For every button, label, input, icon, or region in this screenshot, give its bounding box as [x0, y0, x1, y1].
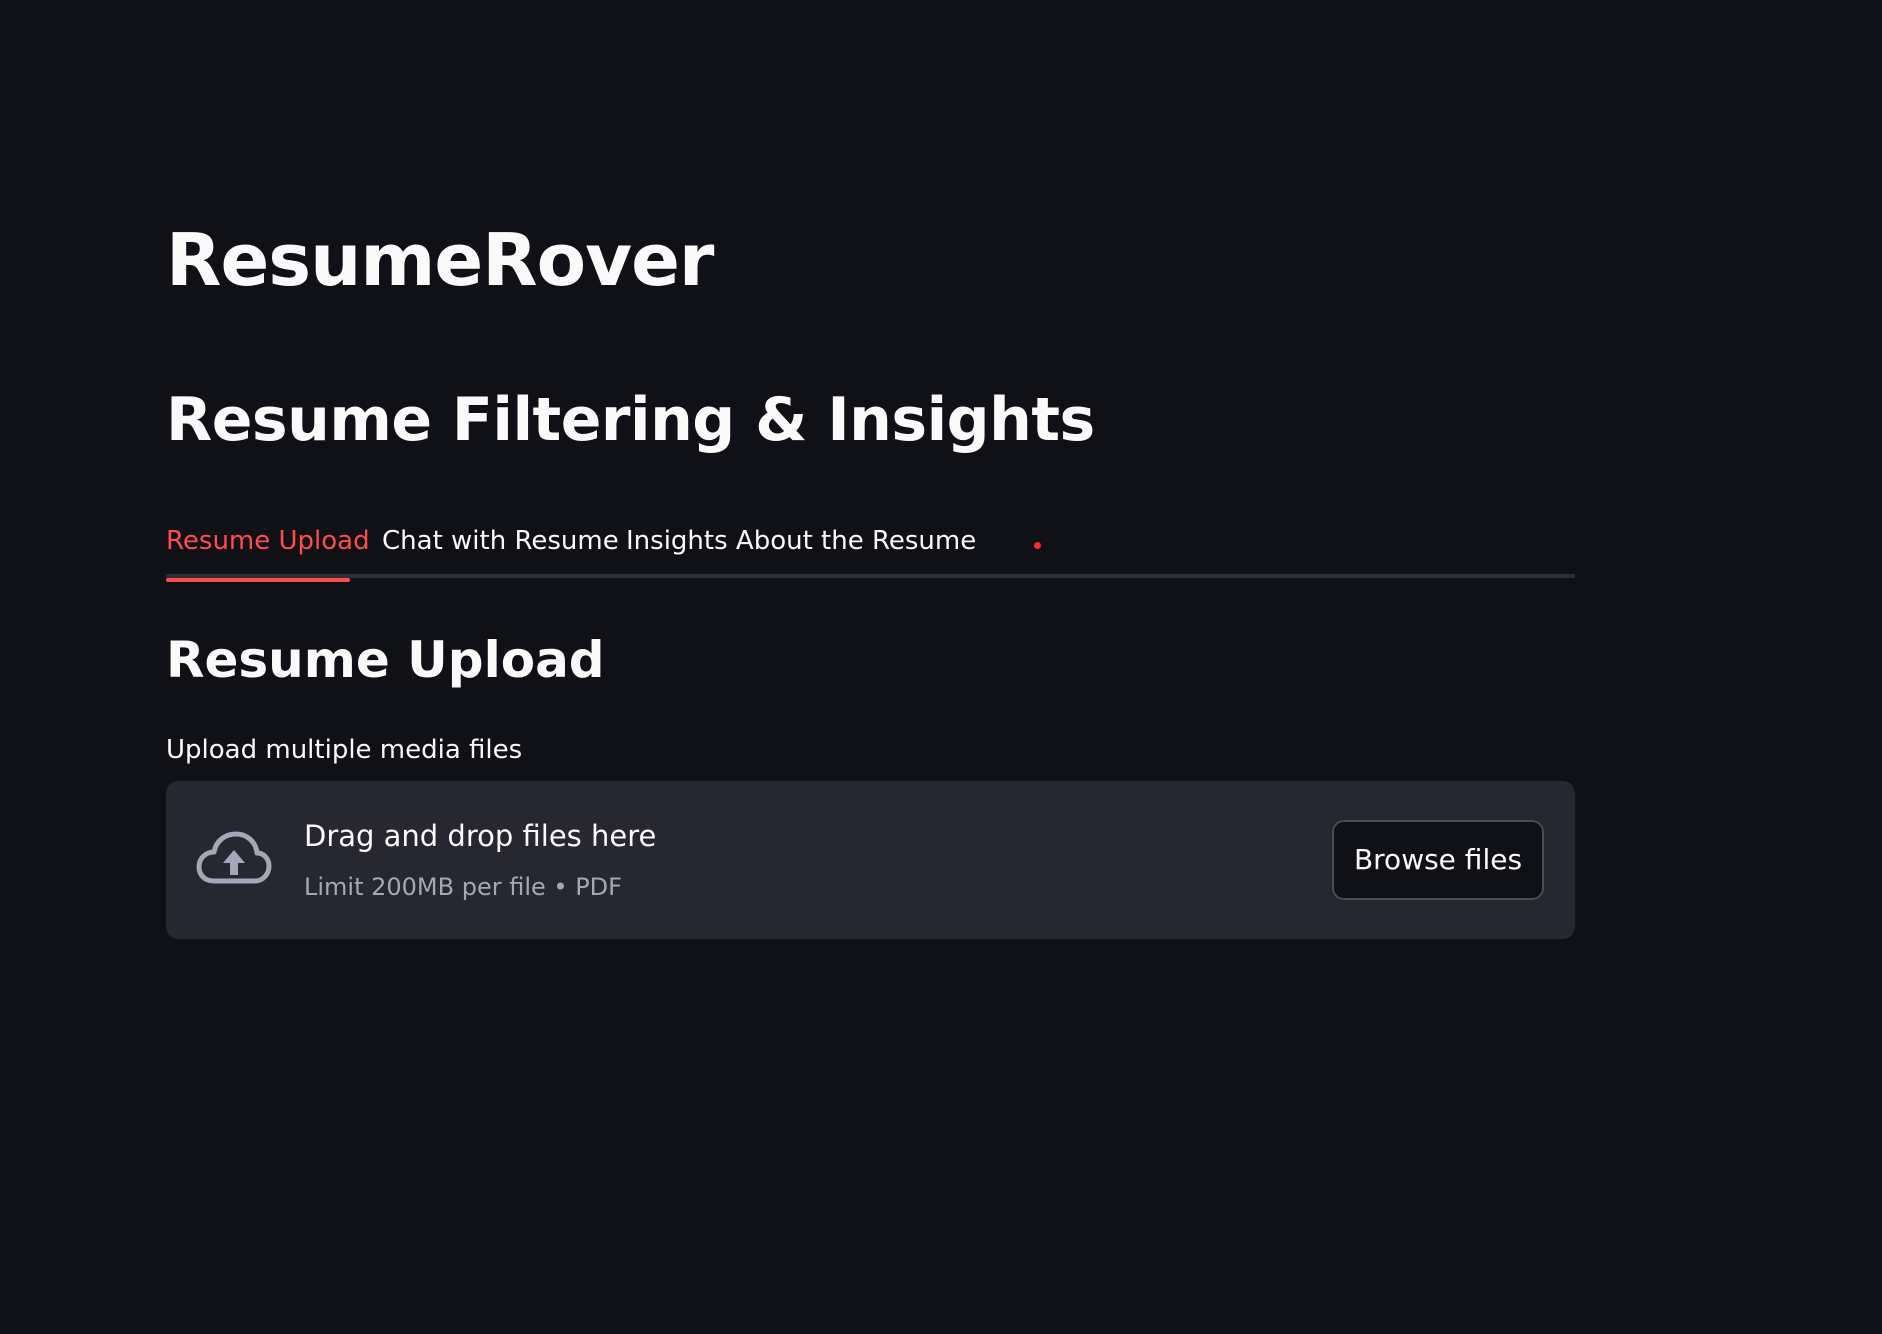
file-dropzone[interactable]: Drag and drop files here Limit 200MB per… [166, 781, 1575, 939]
tab-bar: Resume Upload Chat with Resume Insights … [166, 506, 1575, 582]
page-subtitle: Resume Filtering & Insights [166, 385, 1095, 455]
dropzone-instructions: Drag and drop files here [304, 819, 657, 853]
tab-insights-about-the-resume[interactable]: Insights About the Resume [626, 516, 976, 578]
uploader-label: Upload multiple media files [166, 735, 523, 765]
app-page: ResumeRover Resume Filtering & Insights … [0, 0, 1882, 1334]
status-dot [1034, 542, 1041, 549]
section-heading: Resume Upload [166, 631, 605, 689]
browse-files-button[interactable]: Browse files [1332, 820, 1544, 900]
cloud-upload-icon [196, 831, 272, 889]
app-title: ResumeRover [166, 218, 714, 302]
tab-resume-upload[interactable]: Resume Upload [166, 516, 370, 582]
tab-chat-with-resume[interactable]: Chat with Resume [382, 516, 619, 578]
dropzone-limit-text: Limit 200MB per file • PDF [304, 873, 622, 901]
